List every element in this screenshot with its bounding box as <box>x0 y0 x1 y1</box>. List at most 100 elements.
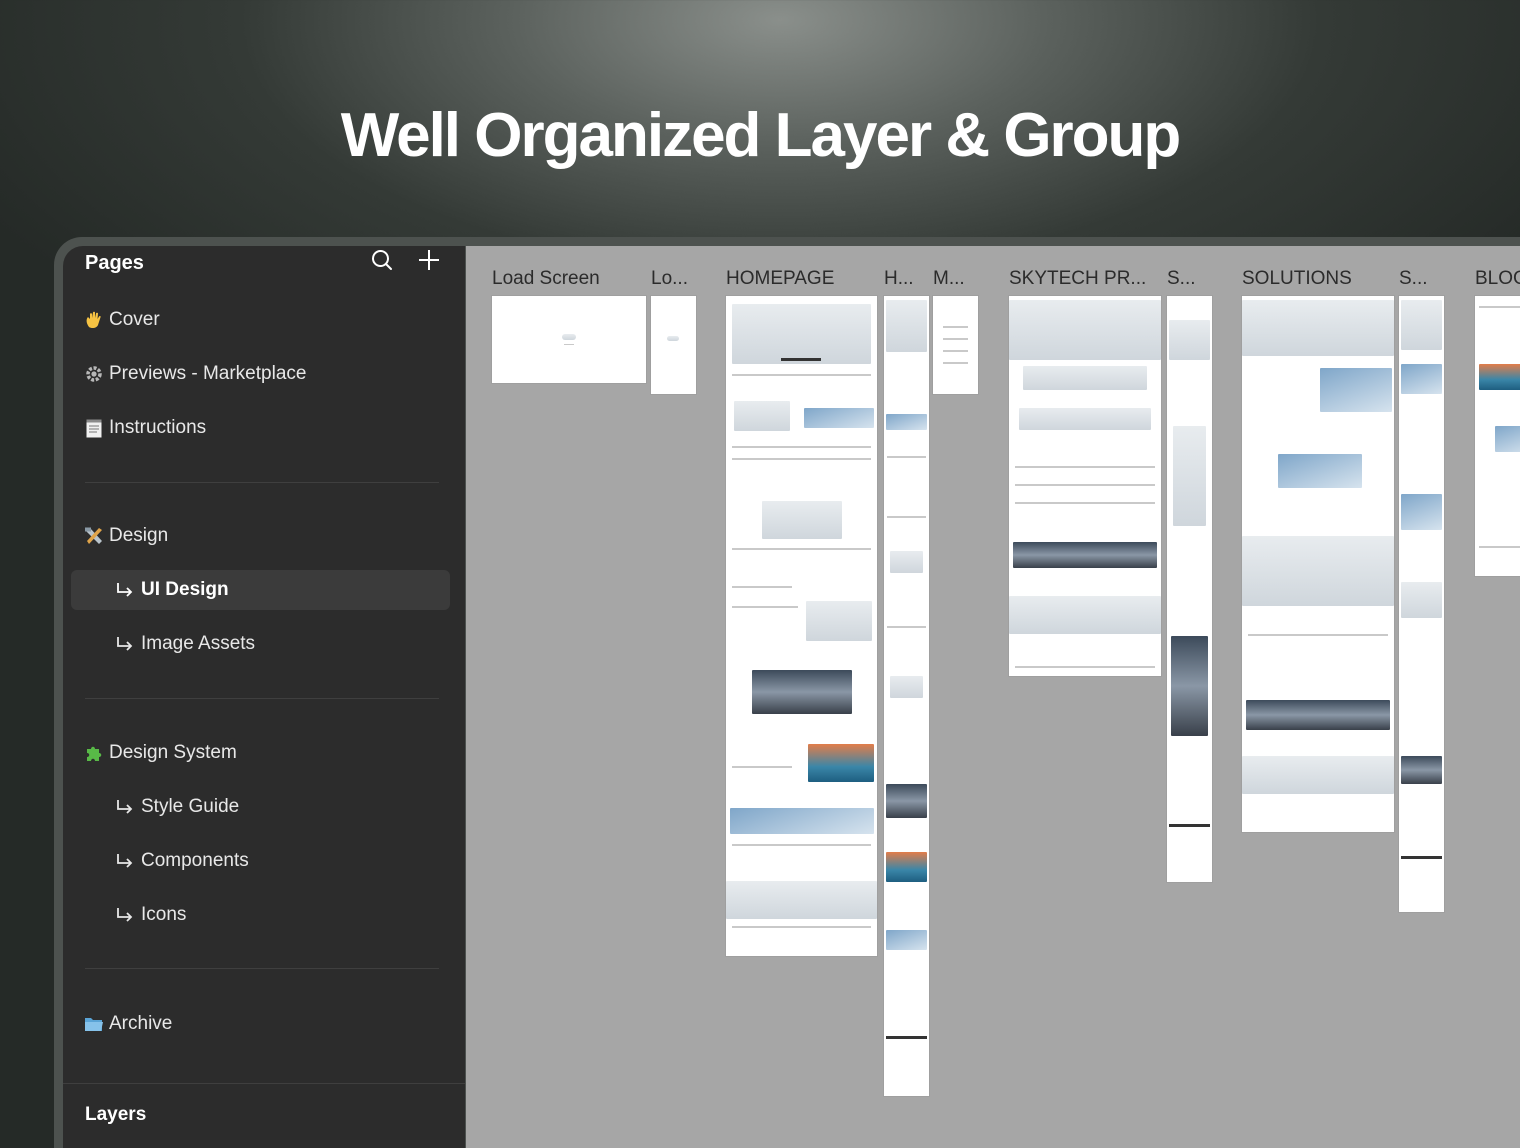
frame-label-h[interactable]: H... <box>884 268 914 290</box>
subpage-arrow-icon <box>115 797 137 817</box>
frame-blog[interactable] <box>1475 296 1520 576</box>
drone-image <box>762 501 842 539</box>
road-image <box>886 784 927 818</box>
drone-banner <box>1242 536 1394 606</box>
product-row <box>1019 408 1151 430</box>
divider <box>85 482 439 483</box>
page-item-archive[interactable]: Archive <box>83 1005 172 1043</box>
text-line <box>1479 306 1520 308</box>
frame-skytech-mobile[interactable] <box>1167 296 1212 882</box>
frame-label-solutions[interactable]: SOLUTIONS <box>1242 268 1352 290</box>
page-label-cover: Cover <box>109 309 160 330</box>
page-label-instructions: Instructions <box>109 417 207 438</box>
headline: Well Organized Layer & Group <box>340 101 1182 170</box>
frame-skytech-products[interactable] <box>1009 296 1161 676</box>
page-label-ui-design: UI Design <box>141 579 229 600</box>
drone-image <box>890 551 923 573</box>
text-line <box>732 766 792 768</box>
page-item-cover[interactable]: Cover <box>83 301 160 339</box>
image-grid <box>730 808 874 834</box>
footer-bar <box>886 1036 927 1039</box>
image-row <box>804 408 874 428</box>
product-list <box>1173 426 1206 526</box>
frame-homepage[interactable] <box>726 296 877 956</box>
page-item-components[interactable]: Components <box>115 842 249 880</box>
search-icon[interactable] <box>369 247 395 273</box>
text-line <box>1248 634 1388 636</box>
blog-image <box>1479 364 1520 390</box>
frame-label-skytech-pr[interactable]: SKYTECH PR... <box>1009 268 1146 290</box>
page-item-style-guide[interactable]: Style Guide <box>115 788 239 826</box>
text-line <box>943 326 968 328</box>
controller-image <box>890 676 923 698</box>
product-row <box>1023 366 1147 390</box>
frame-label-s[interactable]: S... <box>1167 268 1196 290</box>
footer-bar <box>1169 824 1210 827</box>
add-page-icon[interactable] <box>416 247 442 273</box>
divider <box>85 698 439 699</box>
frame-solutions[interactable] <box>1242 296 1394 832</box>
page-label-previews-marketplace: Previews - Marketplace <box>109 363 307 384</box>
page-label-image-assets: Image Assets <box>141 633 256 654</box>
image-row <box>1401 756 1442 784</box>
subpage-arrow-icon <box>115 851 137 871</box>
frame-load-screen[interactable] <box>492 296 646 383</box>
text-line <box>943 362 968 364</box>
subpage-arrow-icon <box>115 634 137 654</box>
frame-menu-mobile[interactable] <box>933 296 978 394</box>
page-item-design[interactable]: Design <box>83 517 168 555</box>
gear-icon <box>83 363 105 385</box>
frame-label-load-screen[interactable]: Load Screen <box>492 268 600 290</box>
divider <box>85 968 439 969</box>
text-line <box>887 516 926 518</box>
frame-load-screen-mobile[interactable] <box>651 296 696 394</box>
page-item-previews-marketplace[interactable]: Previews - Marketplace <box>83 355 306 393</box>
text-line <box>732 446 871 448</box>
cta-banner <box>1242 756 1394 794</box>
text-line <box>943 350 968 352</box>
page-label-archive: Archive <box>109 1013 173 1034</box>
text-line <box>1015 502 1155 504</box>
text-line <box>732 548 871 550</box>
drone-image <box>734 401 790 431</box>
frame-label-m[interactable]: M... <box>933 268 965 290</box>
drone-banner <box>1401 582 1442 618</box>
page-label-components: Components <box>141 850 249 871</box>
waving-hand-icon <box>83 309 105 331</box>
road-image <box>752 670 852 714</box>
image-row <box>1246 700 1390 730</box>
page-label-design-system: Design System <box>109 742 237 763</box>
text-line <box>732 844 871 846</box>
frame-homepage-mobile[interactable] <box>884 296 929 1096</box>
landscape-image <box>1401 364 1442 394</box>
pages-panel: Pages Cover Previews - Marketplace Instr… <box>63 246 465 1148</box>
layers-title: Layers <box>85 1104 147 1125</box>
text-line <box>732 374 871 376</box>
tools-icon <box>83 525 105 547</box>
sea-image <box>886 852 927 882</box>
accessories-list <box>1171 636 1208 736</box>
text-line <box>1015 484 1155 486</box>
controller-image <box>806 601 872 641</box>
frame-label-lo[interactable]: Lo... <box>651 268 688 290</box>
image-row <box>886 414 927 430</box>
page-item-design-system[interactable]: Design System <box>83 734 237 772</box>
hero-image <box>1009 300 1161 360</box>
text-line <box>1479 546 1520 548</box>
frame-label-blog[interactable]: BLOG <box>1475 268 1520 290</box>
frame-label-homepage[interactable]: HOMEPAGE <box>726 268 834 290</box>
page-item-image-assets[interactable]: Image Assets <box>115 625 255 663</box>
sky-image <box>1278 454 1362 488</box>
text-line <box>732 926 871 928</box>
page-item-ui-design[interactable]: UI Design <box>115 571 229 609</box>
page-label-design: Design <box>109 525 169 546</box>
subpage-arrow-icon <box>115 905 137 925</box>
frame-solutions-mobile[interactable] <box>1399 296 1444 912</box>
design-canvas[interactable]: Load Screen Lo... HOMEPAGE H... M... SKY… <box>466 246 1520 1148</box>
hero-button <box>781 358 821 361</box>
frame-label-s-2[interactable]: S... <box>1399 268 1428 290</box>
text-line <box>732 606 798 608</box>
page-item-icons[interactable]: Icons <box>115 896 186 934</box>
page-item-instructions[interactable]: Instructions <box>83 409 206 447</box>
pages-title: Pages <box>85 251 144 274</box>
